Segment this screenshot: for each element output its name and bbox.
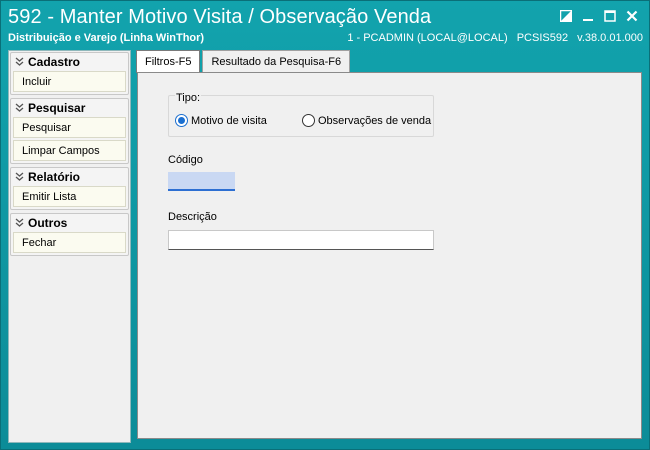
close-icon[interactable]: [621, 7, 643, 25]
window-controls: [555, 7, 643, 25]
tipo-label: Tipo:: [175, 92, 202, 104]
emitir-lista-button[interactable]: Emitir Lista: [13, 186, 126, 207]
tipo-groupbox: Tipo: Motivo de visita Observações de ve…: [168, 92, 434, 137]
maximize-icon[interactable]: [599, 7, 621, 25]
radio-observacoes-venda[interactable]: Observações de venda: [302, 114, 431, 127]
group-title: Outros: [28, 215, 68, 230]
application-window: 592 - Manter Motivo Visita / Observação …: [0, 0, 650, 450]
group-header-outros[interactable]: Outros: [11, 214, 128, 231]
tab-strip: Filtros-F5 Resultado da Pesquisa-F6: [136, 50, 352, 73]
window-subtitle: Distribuição e Varejo (Linha WinThor): [8, 32, 205, 44]
radio-unselected-icon[interactable]: [302, 114, 315, 127]
title-bar[interactable]: 592 - Manter Motivo Visita / Observação …: [1, 1, 650, 47]
chevron-double-down-icon: [14, 57, 24, 67]
group-relatorio: Relatório Emitir Lista: [10, 167, 129, 210]
fechar-button[interactable]: Fechar: [13, 232, 126, 253]
main-content: Filtros-F5 Resultado da Pesquisa-F6 Tipo…: [136, 50, 644, 443]
actions-sidebar: Cadastro Incluir Pesquisar Pesquisar Lim…: [8, 50, 131, 443]
status-info: 1 - PCADMIN (LOCAL@LOCAL) PCSIS592 v.38.…: [341, 32, 643, 44]
filters-panel: Tipo: Motivo de visita Observações de ve…: [137, 72, 642, 439]
group-header-pesquisar[interactable]: Pesquisar: [11, 99, 128, 116]
status-program: PCSIS592: [516, 32, 569, 44]
status-version: v.38.0.01.000: [577, 32, 643, 44]
restore-layout-icon[interactable]: [555, 7, 577, 25]
descricao-label: Descrição: [168, 211, 217, 223]
codigo-field[interactable]: [168, 172, 235, 191]
radio-motivo-visita[interactable]: Motivo de visita: [175, 114, 267, 127]
pesquisar-button[interactable]: Pesquisar: [13, 117, 126, 138]
chevron-double-down-icon: [14, 103, 24, 113]
group-header-cadastro[interactable]: Cadastro: [11, 53, 128, 70]
descricao-field[interactable]: [168, 230, 434, 250]
status-user: 1 - PCADMIN (LOCAL@LOCAL): [347, 32, 508, 44]
group-title: Relatório: [28, 169, 81, 184]
radio-observacoes-label: Observações de venda: [318, 114, 432, 127]
group-cadastro: Cadastro Incluir: [10, 52, 129, 95]
limpar-campos-button[interactable]: Limpar Campos: [13, 140, 126, 161]
group-header-relatorio[interactable]: Relatório: [11, 168, 128, 185]
radio-selected-icon[interactable]: [175, 114, 188, 127]
codigo-label: Código: [168, 154, 203, 166]
tab-filtros[interactable]: Filtros-F5: [136, 50, 201, 73]
window-title: 592 - Manter Motivo Visita / Observação …: [8, 6, 432, 28]
group-title: Pesquisar: [28, 100, 86, 115]
group-outros: Outros Fechar: [10, 213, 129, 256]
radio-motivo-label: Motivo de visita: [191, 114, 267, 127]
group-pesquisar: Pesquisar Pesquisar Limpar Campos: [10, 98, 129, 164]
chevron-double-down-icon: [14, 172, 24, 182]
minimize-icon[interactable]: [577, 7, 599, 25]
tab-resultado-pesquisa[interactable]: Resultado da Pesquisa-F6: [202, 50, 351, 72]
group-title: Cadastro: [28, 54, 81, 69]
chevron-double-down-icon: [14, 218, 24, 228]
incluir-button[interactable]: Incluir: [13, 71, 126, 92]
